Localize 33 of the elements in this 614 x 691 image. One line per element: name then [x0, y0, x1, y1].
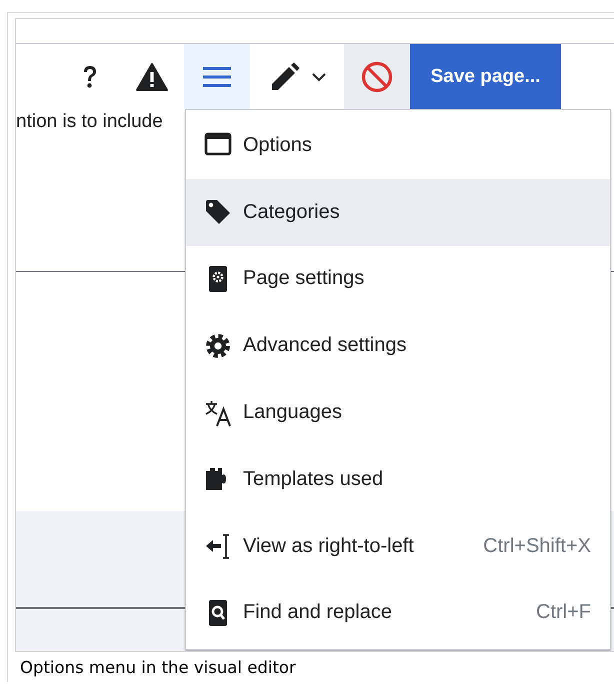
- keyboard-shortcut: Ctrl+Shift+X: [483, 534, 591, 558]
- menu-icon: [203, 66, 231, 88]
- tag-icon: [204, 198, 232, 226]
- menu-item[interactable]: Templates used: [186, 446, 610, 513]
- menu-item[interactable]: Options: [186, 112, 610, 179]
- menu-item-label: Options: [243, 134, 313, 157]
- menu-item[interactable]: Advanced settings: [186, 312, 610, 380]
- menu-item-label: Advanced settings: [243, 334, 408, 358]
- warning-icon: [136, 62, 168, 90]
- menu-item[interactable]: Languages: [186, 379, 610, 446]
- menu-item[interactable]: Page settings: [186, 246, 610, 312]
- keyboard-shortcut: Ctrl+F: [536, 601, 591, 624]
- menu-item-label: Page settings: [243, 267, 366, 290]
- menu-item-label: Find and replace: [243, 601, 393, 624]
- save-button[interactable]: Save page...: [410, 44, 561, 109]
- menu-item-label: View as right-to-left: [243, 534, 415, 558]
- pencil-icon: [270, 62, 300, 92]
- body-text: ntion is to include: [16, 111, 163, 132]
- menu-button[interactable]: [184, 44, 250, 109]
- menu-item-label: Templates used: [243, 468, 384, 491]
- prohibited-icon: [361, 60, 393, 92]
- help-icon: [82, 64, 98, 88]
- caret-icon: [312, 72, 326, 82]
- menu-item[interactable]: Categories: [186, 178, 610, 246]
- settings-icon: [204, 332, 232, 360]
- figure-caption: Options menu in the visual editor: [19, 657, 297, 677]
- cancel-button[interactable]: [344, 44, 410, 109]
- menu-item[interactable]: View as right-to-left Ctrl+Shift+X: [186, 512, 610, 580]
- text-direction-icon: [204, 532, 232, 560]
- menu-item-label: Categories: [243, 200, 341, 224]
- translate-icon: [204, 398, 232, 427]
- menu-item-label: Languages: [243, 401, 343, 424]
- menu-item[interactable]: Find and replace Ctrl+F: [186, 580, 610, 646]
